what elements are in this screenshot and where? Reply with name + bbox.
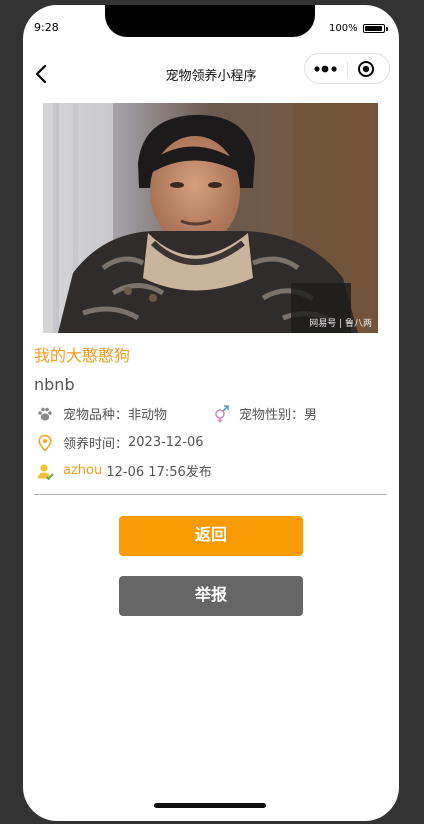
battery-tip xyxy=(386,27,388,31)
close-target-icon[interactable] xyxy=(357,60,375,78)
capsule-divider xyxy=(347,61,348,77)
publisher-row: azhou 12-06 17:56发布 xyxy=(36,461,212,480)
paw-icon xyxy=(38,407,52,421)
adopt-time-label: 领养时间： xyxy=(63,437,129,452)
gender-label: 宠物性别： xyxy=(239,408,305,423)
breed-label: 宠物品种： xyxy=(63,408,129,423)
divider xyxy=(34,494,387,495)
pet-photo: 网易号 | 鲁八两 xyxy=(43,103,378,333)
user-icon xyxy=(37,463,54,480)
mini-program-capsule xyxy=(304,53,390,84)
home-indicator xyxy=(154,803,266,808)
publisher-link[interactable]: azhou xyxy=(63,463,102,478)
gender-row: 宠物性别： 男 xyxy=(212,404,317,423)
back-button[interactable]: 返回 xyxy=(119,516,303,556)
status-time: 9:28 xyxy=(34,21,59,34)
photo-watermark: 网易号 | 鲁八两 xyxy=(309,319,372,329)
pet-description: nbnb xyxy=(34,375,75,394)
pet-name: 我的大憨憨狗 xyxy=(34,346,131,365)
notch xyxy=(105,5,315,37)
phone-frame: 9:28 100% 宠物领养小程序 网易号 | 鲁八两 我的大憨憨狗 nbnb … xyxy=(23,5,399,821)
battery-icon xyxy=(363,24,385,33)
breed-row: 宠物品种： 非动物 xyxy=(36,404,167,423)
publish-info: 12-06 17:56发布 xyxy=(102,465,212,480)
adopt-time-row: 领养时间： 2023-12-06 xyxy=(36,433,204,452)
gender-value: 男 xyxy=(304,408,318,423)
location-pin-icon xyxy=(38,434,52,452)
gender-icon xyxy=(215,404,229,422)
breed-value: 非动物 xyxy=(128,408,168,423)
battery-percent: 100% xyxy=(329,23,358,34)
report-button[interactable]: 举报 xyxy=(119,576,303,616)
adopt-time-value: 2023-12-06 xyxy=(128,435,204,450)
more-dots-icon[interactable] xyxy=(314,63,340,75)
